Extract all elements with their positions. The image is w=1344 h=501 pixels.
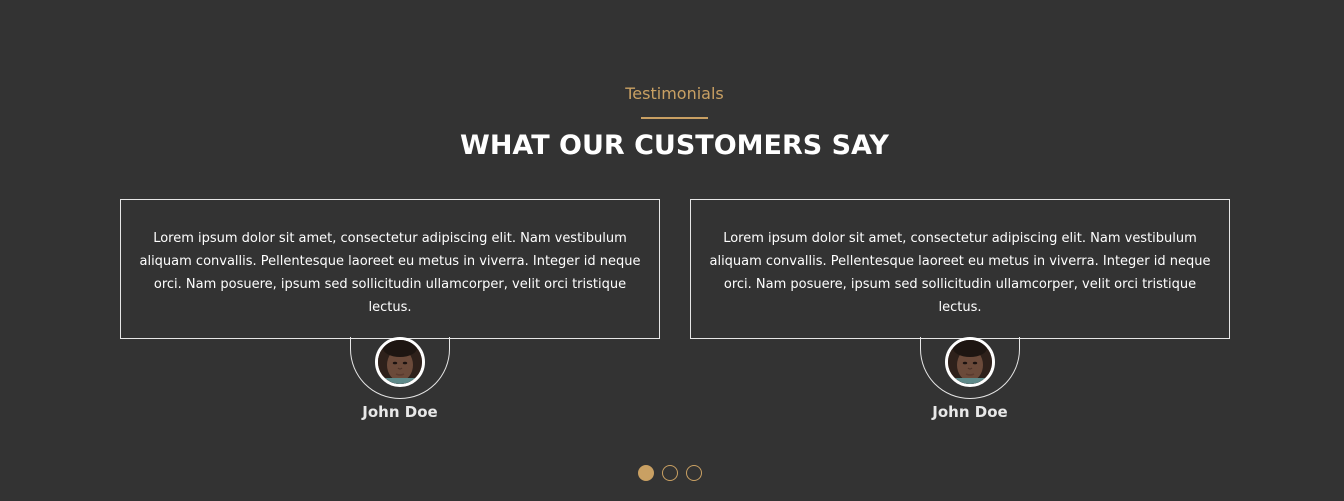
customer-photo-icon [948, 340, 992, 384]
carousel-pagination [638, 465, 702, 481]
eyebrow-underline [641, 117, 708, 119]
section-heading: WHAT OUR CUSTOMERS SAY [460, 130, 889, 161]
customer-avatar [945, 337, 995, 387]
customer-photo-icon [378, 340, 422, 384]
testimonial-card: Lorem ipsum dolor sit amet, consectetur … [690, 199, 1230, 339]
section-eyebrow: Testimonials [625, 84, 724, 103]
carousel-dot-1[interactable] [638, 465, 654, 481]
testimonial-quote: Lorem ipsum dolor sit amet, consectetur … [709, 231, 1211, 315]
testimonials-section: Testimonials WHAT OUR CUSTOMERS SAY Lore… [0, 0, 1344, 501]
testimonial-card: Lorem ipsum dolor sit amet, consectetur … [120, 199, 660, 339]
testimonial-quote: Lorem ipsum dolor sit amet, consectetur … [139, 231, 641, 315]
carousel-dot-3[interactable] [686, 465, 702, 481]
customer-avatar [375, 337, 425, 387]
carousel-dot-2[interactable] [662, 465, 678, 481]
customer-name: John Doe [932, 403, 1008, 421]
customer-name: John Doe [362, 403, 438, 421]
